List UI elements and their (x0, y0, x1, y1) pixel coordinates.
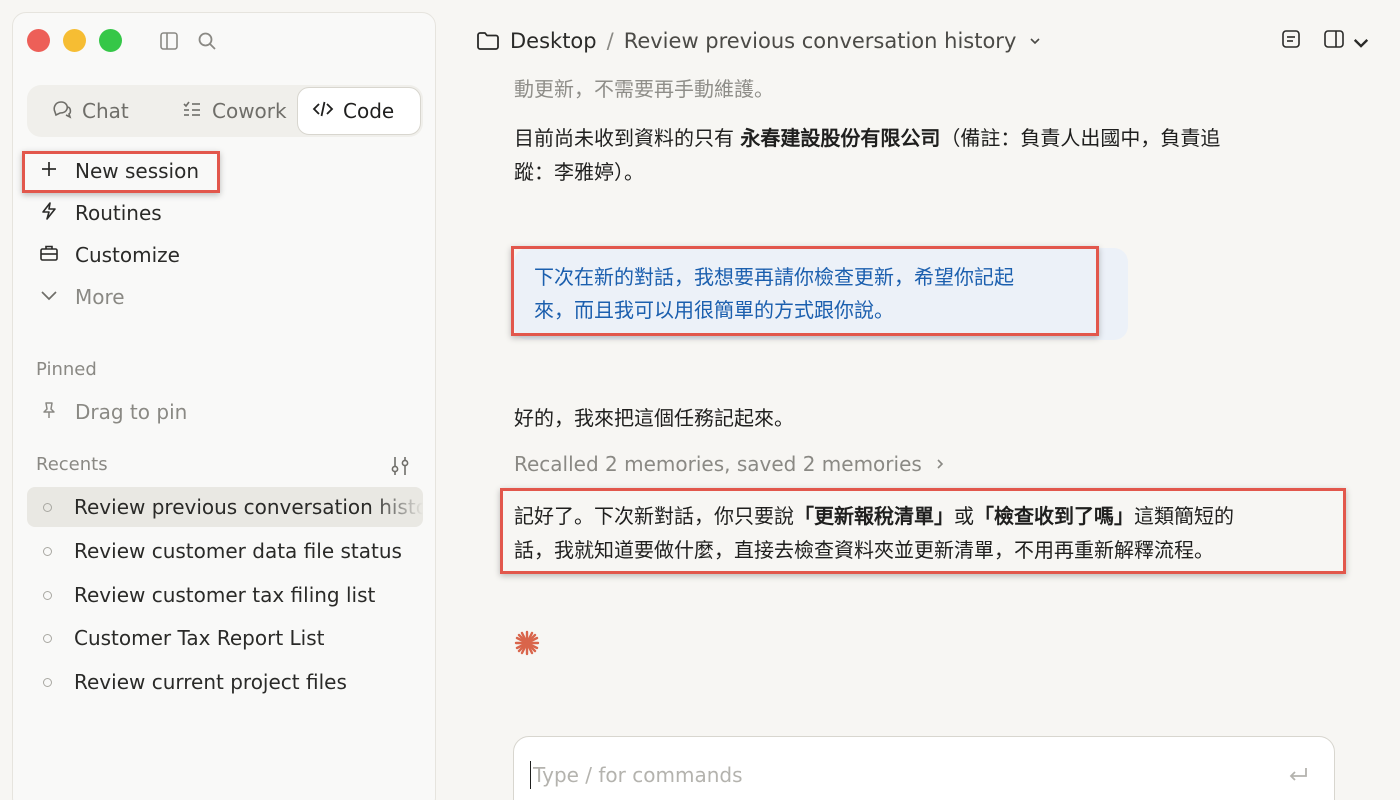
tab-cowork[interactable]: Cowork (167, 87, 301, 135)
status-suffix: （備註：負責人出國中，負責追 (940, 126, 1221, 150)
recent-session-title: Customer Tax Report List (74, 626, 325, 650)
more-label: More (75, 285, 125, 309)
code-icon (312, 98, 334, 125)
recent-session-title: Review current project files (74, 670, 347, 694)
session-status-icon (43, 546, 52, 556)
recent-session-item[interactable]: Customer Tax Report List (27, 618, 423, 658)
reply-part: 記好了。下次新對話，你只要說 (514, 504, 794, 528)
enter-icon[interactable] (1286, 763, 1310, 787)
panel-toggle-icon[interactable] (1323, 28, 1345, 54)
search-icon[interactable] (196, 30, 218, 52)
session-title[interactable]: Review previous conversation history (624, 29, 1017, 53)
more-nav-item[interactable]: More (39, 280, 125, 314)
assistant-message-partial: 動更新，不需要再手動維護。 (514, 77, 774, 101)
recent-session-item[interactable]: Review current project files (27, 662, 423, 702)
maximize-window-button[interactable] (99, 29, 122, 52)
sidebar-toggle-icon[interactable] (158, 30, 180, 52)
chevron-down-icon[interactable] (1028, 34, 1042, 48)
session-status-icon (43, 502, 52, 512)
breadcrumb-folder[interactable]: Desktop (510, 29, 597, 53)
tab-chat[interactable]: Chat (37, 87, 143, 135)
pin-icon (39, 400, 59, 425)
chevron-down-icon (39, 285, 59, 310)
drag-to-pin-label: Drag to pin (75, 400, 188, 424)
session-status-icon (43, 633, 52, 643)
tab-code-label: Code (343, 99, 395, 123)
chevron-right-icon (934, 457, 946, 471)
bolt-icon (39, 201, 59, 226)
folder-icon (476, 30, 500, 52)
customize-nav-item[interactable]: Customize (39, 238, 180, 272)
recalled-memories-toggle[interactable]: Recalled 2 memories, saved 2 memories (514, 452, 946, 476)
mode-tabs: Chat Cowork Code (27, 85, 423, 137)
filter-icon[interactable] (389, 455, 411, 477)
session-status-icon (43, 677, 52, 687)
window-controls (27, 29, 122, 52)
recent-session-item[interactable]: Review customer tax filing list (27, 575, 423, 615)
close-window-button[interactable] (27, 29, 50, 52)
minimize-window-button[interactable] (63, 29, 86, 52)
user-message-line: 來，而且我可以用很簡單的方式跟你說。 (534, 298, 894, 322)
user-message: 下次在新的對話，我想要再請你檢查更新，希望你記起 來，而且我可以用很簡單的方式跟… (534, 261, 1094, 327)
drag-to-pin-area[interactable]: Drag to pin (39, 395, 187, 429)
briefcase-icon (39, 243, 59, 268)
assistant-message-status: 目前尚未收到資料的只有 永春建設股份有限公司（備註：負責人出國中，負責追 蹤：李… (514, 121, 1334, 189)
reply-command: 「檢查收到了嗎」 (974, 504, 1134, 528)
notes-icon[interactable] (1280, 28, 1302, 54)
reply-command: 「更新報稅清單」 (794, 504, 954, 528)
session-status-icon (43, 590, 52, 600)
tab-cowork-label: Cowork (212, 99, 287, 123)
recent-session-item[interactable]: Review previous conversation history (27, 487, 423, 527)
routines-nav-item[interactable]: Routines (39, 196, 162, 230)
status-line-2: 蹤：李雅婷）。 (514, 160, 644, 184)
status-prefix: 目前尚未收到資料的只有 (514, 126, 741, 150)
chevron-down-icon[interactable] (1350, 32, 1372, 58)
message-composer (513, 736, 1335, 800)
recent-session-item[interactable]: Review customer data file status (27, 531, 423, 571)
sidebar: Chat Cowork Code New session Routines Cu… (12, 12, 436, 800)
reply-line-1: 記好了。下次新對話，你只要說「更新報稅清單」或「檢查收到了嗎」這類簡短的 (514, 499, 1344, 533)
user-message-line: 下次在新的對話，我想要再請你檢查更新，希望你記起 (534, 265, 1014, 289)
claude-spark-icon (514, 630, 540, 656)
recent-session-title: Review customer tax filing list (74, 583, 376, 607)
status-line-1: 目前尚未收到資料的只有 永春建設股份有限公司（備註：負責人出國中，負責追 (514, 121, 1334, 155)
pinned-section-label: Pinned (36, 359, 97, 380)
company-name: 永春建設股份有限公司 (740, 126, 941, 150)
tab-chat-label: Chat (82, 99, 129, 123)
recent-session-title: Review previous conversation history (74, 495, 423, 519)
reply-line-2: 話，我就知道要做什麼，直接去檢查資料夾並更新清單，不用再重新解釋流程。 (514, 538, 1214, 562)
customize-label: Customize (75, 243, 180, 267)
assistant-reply: 記好了。下次新對話，你只要說「更新報稅清單」或「檢查收到了嗎」這類簡短的 話，我… (514, 499, 1344, 567)
tab-code[interactable]: Code (297, 87, 421, 135)
recents-section-label: Recents (36, 454, 108, 475)
plus-icon (39, 159, 59, 184)
chat-bubbles-icon (51, 98, 73, 125)
recent-session-title: Review customer data file status (74, 539, 402, 563)
recalled-memories-label: Recalled 2 memories, saved 2 memories (514, 452, 922, 476)
breadcrumb: Desktop / Review previous conversation h… (476, 24, 1042, 58)
checklist-icon (181, 98, 203, 125)
routines-label: Routines (75, 201, 162, 225)
new-session-button[interactable]: New session (39, 154, 199, 188)
command-input[interactable] (530, 761, 1270, 789)
assistant-intro: 好的，我來把這個任務記起來。 (514, 406, 794, 430)
breadcrumb-separator: / (606, 29, 614, 53)
reply-part: 或 (954, 504, 974, 528)
reply-part: 這類簡短的 (1134, 504, 1234, 528)
new-session-label: New session (75, 159, 200, 183)
